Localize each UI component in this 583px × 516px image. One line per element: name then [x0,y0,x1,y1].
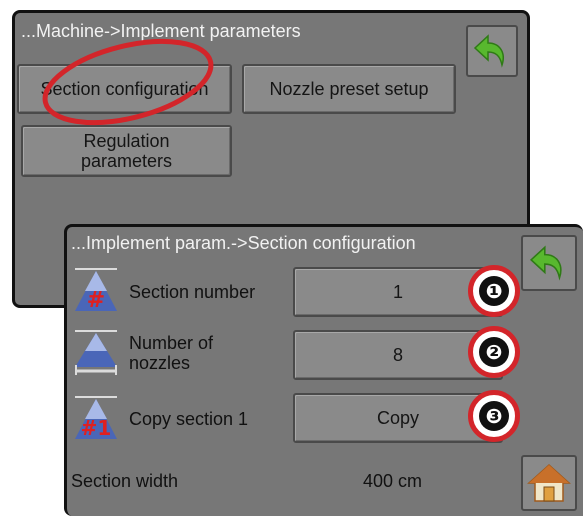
callout-1: ❶ [468,265,520,317]
home-button[interactable] [521,455,577,511]
copy-section-label: Copy section 1 [129,409,249,429]
back-button[interactable] [521,235,577,291]
home-icon [527,463,571,502]
section-width-value: 400 cm [363,471,423,491]
svg-text:#1: #1 [81,416,112,440]
callout-2: ❷ [468,326,520,378]
copy-section-icon: #1 [75,396,117,440]
section-number-icon: # [75,268,117,313]
nozzles-icon [75,330,117,375]
back-arrow-icon [529,245,562,281]
svg-text:#: # [87,288,105,313]
breadcrumb: ...Implement param.->Section configurati… [71,233,416,253]
callout-3: ❸ [468,390,520,442]
section-width-label: Section width [71,471,179,491]
section-number-label: Section number [129,282,256,302]
number-of-nozzles-label: Number of nozzles [129,333,214,373]
